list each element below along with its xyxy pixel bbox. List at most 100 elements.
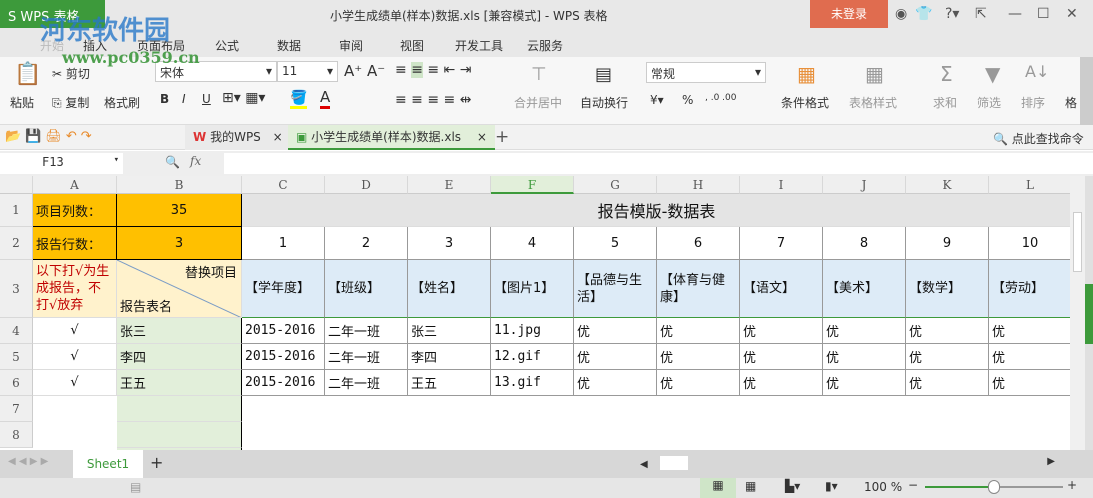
data-cell[interactable]: 李四: [408, 344, 491, 370]
data-cell[interactable]: 优: [989, 370, 1070, 396]
filter-button[interactable]: 筛选: [977, 94, 1001, 111]
cell-num[interactable]: 5: [574, 227, 657, 260]
merge-button[interactable]: 合并居中: [514, 94, 562, 111]
font-size-select[interactable]: 11 ▾: [277, 61, 338, 82]
close-icon[interactable]: ✕: [1066, 6, 1078, 22]
format-button[interactable]: 格: [1065, 94, 1077, 111]
scroll-right-icon[interactable]: ▶: [1047, 456, 1055, 467]
cut-button[interactable]: ✂ 剪切: [52, 65, 90, 82]
cell-C1-title[interactable]: 报告模版-数据表: [242, 194, 1070, 227]
column-header-J[interactable]: J: [823, 176, 906, 194]
header-cell[interactable]: 【劳动】: [989, 260, 1070, 318]
menu-tab-4[interactable]: 数据: [277, 37, 301, 54]
zoom-formula-icon[interactable]: 🔍: [165, 155, 180, 169]
cell-num[interactable]: 1: [242, 227, 325, 260]
close-tab-icon[interactable]: ×: [477, 130, 487, 144]
cell-num[interactable]: 7: [740, 227, 823, 260]
sheet-tab-sheet1[interactable]: Sheet1: [73, 450, 143, 478]
data-cell[interactable]: 2015-2016: [242, 318, 325, 344]
empty-cell[interactable]: [117, 396, 242, 422]
scroll-left-icon[interactable]: ◀: [640, 459, 648, 470]
normal-view-icon[interactable]: ▦: [700, 478, 736, 498]
data-cell[interactable]: 优: [574, 370, 657, 396]
column-header-G[interactable]: G: [574, 176, 657, 194]
data-cell[interactable]: 二年一班: [325, 370, 408, 396]
cell-A1[interactable]: 项目列数：: [33, 194, 117, 227]
data-cell[interactable]: 优: [989, 344, 1070, 370]
column-header-A[interactable]: A: [33, 176, 117, 194]
decimal-icons[interactable]: , .0 .00: [705, 93, 736, 103]
shirt-icon[interactable]: 👕: [915, 6, 932, 22]
data-cell[interactable]: 2015-2016: [242, 370, 325, 396]
header-cell[interactable]: 【学年度】: [242, 260, 325, 318]
header-cell[interactable]: 【图片1】: [491, 260, 574, 318]
column-header-K[interactable]: K: [906, 176, 989, 194]
sheet-nav-icons[interactable]: ◀ ◀ ▶ ▶: [8, 456, 48, 467]
menu-tab-8[interactable]: 云服务: [527, 37, 563, 54]
login-button[interactable]: 未登录: [810, 0, 888, 28]
sum-button[interactable]: 求和: [933, 94, 957, 111]
data-cell[interactable]: 二年一班: [325, 344, 408, 370]
name-cell[interactable]: 李四: [117, 344, 242, 370]
data-cell[interactable]: 王五: [408, 370, 491, 396]
cell-B2[interactable]: 3: [117, 227, 242, 260]
menu-tab-3[interactable]: 公式: [215, 37, 239, 54]
select-all-corner[interactable]: [0, 176, 33, 194]
data-cell[interactable]: 优: [574, 344, 657, 370]
name-box[interactable]: F13 ▾: [0, 153, 123, 174]
header-cell[interactable]: 【品德与生活】: [574, 260, 657, 318]
tab-file[interactable]: ▣ 小学生成绩单(样本)数据.xls ×: [288, 125, 495, 150]
name-cell[interactable]: 张三: [117, 318, 242, 344]
maximize-icon[interactable]: ☐: [1037, 6, 1050, 22]
data-cell[interactable]: 13.gif: [491, 370, 574, 396]
number-format-select[interactable]: 常规 ▾: [646, 62, 766, 83]
side-panel-strip[interactable]: [1085, 176, 1093, 450]
check-cell[interactable]: √: [33, 344, 117, 370]
column-header-I[interactable]: I: [740, 176, 823, 194]
zoom-slider-knob[interactable]: [988, 480, 1000, 494]
cell-num[interactable]: 10: [989, 227, 1070, 260]
row-header-7[interactable]: 7: [0, 396, 33, 422]
data-cell[interactable]: 优: [906, 370, 989, 396]
copy-button[interactable]: ⎘ 复制: [52, 94, 89, 111]
check-cell[interactable]: √: [33, 318, 117, 344]
column-header-D[interactable]: D: [325, 176, 408, 194]
search-command[interactable]: 🔍 点此查找命令: [993, 130, 1084, 147]
new-tab-button[interactable]: +: [495, 127, 509, 147]
data-cell[interactable]: 二年一班: [325, 318, 408, 344]
header-cell[interactable]: 【班级】: [325, 260, 408, 318]
header-cell[interactable]: 【语文】: [740, 260, 823, 318]
percent-button[interactable]: %: [682, 93, 693, 107]
cell-num[interactable]: 4: [491, 227, 574, 260]
data-cell[interactable]: 11.jpg: [491, 318, 574, 344]
row-header-5[interactable]: 5: [0, 344, 33, 370]
font-color-icon[interactable]: A: [320, 88, 331, 109]
close-tab-icon[interactable]: ×: [273, 130, 283, 144]
row-header-2[interactable]: 2: [0, 227, 33, 260]
minimize-icon[interactable]: —: [1008, 6, 1022, 22]
add-sheet-button[interactable]: +: [150, 453, 163, 472]
data-cell[interactable]: 优: [989, 318, 1070, 344]
menu-tab-6[interactable]: 视图: [400, 37, 424, 54]
cell-num[interactable]: 3: [408, 227, 491, 260]
row-header-3[interactable]: 3: [0, 260, 33, 318]
empty-cell[interactable]: [117, 422, 242, 448]
zoom-in-button[interactable]: +: [1067, 478, 1077, 492]
cond-format-button[interactable]: 条件格式: [781, 94, 829, 111]
reading-mode-icon[interactable]: ▮▾: [825, 479, 838, 493]
page-break-view-icon[interactable]: ▦: [745, 479, 756, 493]
row-header-4[interactable]: 4: [0, 318, 33, 344]
data-cell[interactable]: 2015-2016: [242, 344, 325, 370]
column-header-B[interactable]: B: [117, 176, 242, 194]
currency-icon[interactable]: ¥▾: [650, 93, 664, 107]
paste-button[interactable]: 粘贴: [10, 94, 34, 111]
sort-button[interactable]: 排序: [1021, 94, 1045, 111]
data-cell[interactable]: 优: [740, 344, 823, 370]
column-header-L[interactable]: L: [989, 176, 1070, 194]
table-style-button[interactable]: 表格样式: [849, 94, 897, 111]
zoom-slider[interactable]: [925, 480, 1063, 494]
column-header-C[interactable]: C: [242, 176, 325, 194]
zoom-out-button[interactable]: −: [908, 478, 918, 492]
menu-tab-5[interactable]: 审阅: [339, 37, 363, 54]
data-cell[interactable]: 优: [657, 370, 740, 396]
